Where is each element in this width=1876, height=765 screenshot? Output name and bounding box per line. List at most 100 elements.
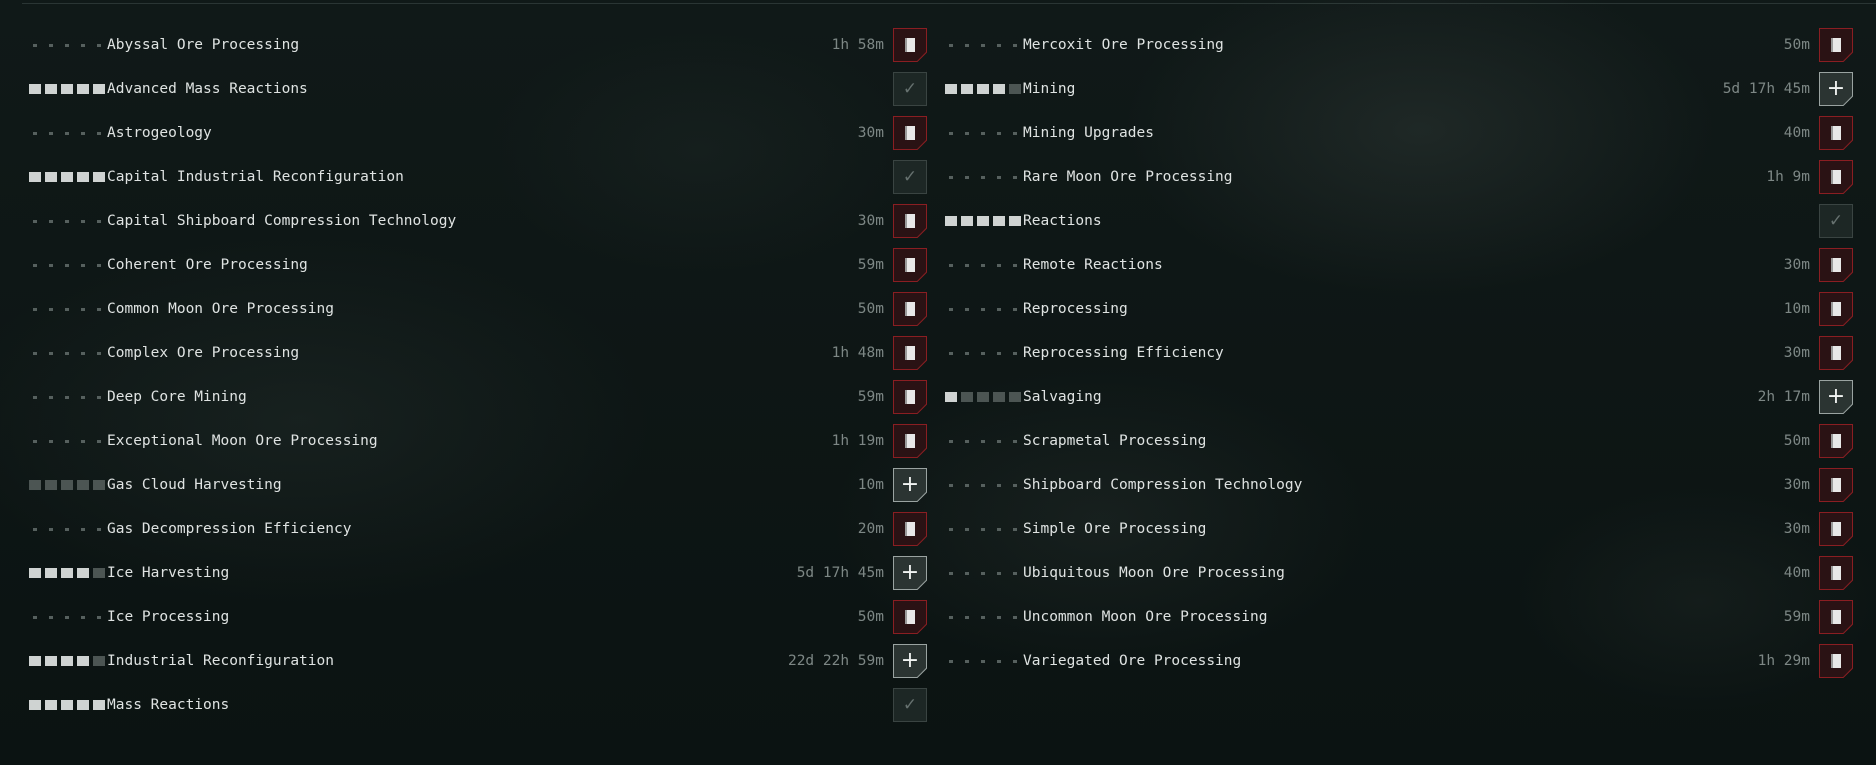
skill-list-left: Abyssal Ore Processing 1h 58m Advanced Mas… bbox=[29, 23, 927, 727]
level-pip-trained bbox=[45, 172, 57, 182]
buy-skillbook-button[interactable] bbox=[1819, 160, 1853, 194]
skill-row-ice-harvesting[interactable]: Ice Harvesting 5d 17h 45m + bbox=[29, 551, 927, 595]
skill-name: Shipboard Compression Technology bbox=[1023, 477, 1303, 493]
skillbook-icon-frame bbox=[894, 601, 926, 633]
buy-skillbook-button[interactable] bbox=[893, 512, 927, 546]
level-pip-trained bbox=[945, 392, 957, 402]
level-pip-trained bbox=[45, 656, 57, 666]
buy-skillbook-button[interactable] bbox=[1819, 292, 1853, 326]
buy-skillbook-button[interactable] bbox=[1819, 644, 1853, 678]
skill-row-gas-decompression-efficiency[interactable]: Gas Decompression Efficiency 20m bbox=[29, 507, 927, 551]
buy-skillbook-button[interactable] bbox=[893, 116, 927, 150]
buy-skillbook-button[interactable] bbox=[893, 380, 927, 414]
level-pip-empty bbox=[97, 615, 101, 619]
level-pip-empty bbox=[33, 615, 37, 619]
level-pip-empty bbox=[97, 527, 101, 531]
skill-row-scrapmetal-processing[interactable]: Scrapmetal Processing 50m bbox=[945, 419, 1853, 463]
buy-skillbook-button[interactable] bbox=[1819, 116, 1853, 150]
training-time: 59m bbox=[1783, 609, 1810, 625]
level-pip-empty bbox=[997, 483, 1001, 487]
skill-row-reprocessing[interactable]: Reprocessing 10m bbox=[945, 287, 1853, 331]
level-pip-empty bbox=[65, 439, 69, 443]
level-pip-trained bbox=[77, 700, 89, 710]
add-to-queue-button[interactable]: + bbox=[1819, 72, 1853, 106]
training-time: 59m bbox=[857, 389, 884, 405]
training-time: 40m bbox=[1783, 565, 1810, 581]
skill-row-complex-ore-processing[interactable]: Complex Ore Processing 1h 48m bbox=[29, 331, 927, 375]
level-pip-untrained bbox=[961, 392, 973, 402]
add-to-queue-button[interactable]: + bbox=[1819, 380, 1853, 414]
skill-level-indicator bbox=[29, 567, 105, 579]
skillbook-icon bbox=[1831, 126, 1841, 140]
training-time: 1h 48m bbox=[831, 345, 884, 361]
training-time: 30m bbox=[1783, 477, 1810, 493]
level-pip-empty bbox=[949, 307, 953, 311]
skillbook-icon-frame bbox=[894, 205, 926, 237]
skill-level-indicator bbox=[29, 171, 105, 183]
buy-skillbook-button[interactable] bbox=[1819, 600, 1853, 634]
training-time: 30m bbox=[1783, 521, 1810, 537]
skill-row-ice-processing[interactable]: Ice Processing 50m bbox=[29, 595, 927, 639]
skill-name: Mining Upgrades bbox=[1023, 125, 1154, 141]
training-time: 50m bbox=[1783, 433, 1810, 449]
skill-row-gas-cloud-harvesting[interactable]: Gas Cloud Harvesting 10m + bbox=[29, 463, 927, 507]
add-to-queue-button[interactable]: + bbox=[893, 556, 927, 590]
buy-skillbook-button[interactable] bbox=[893, 336, 927, 370]
skillbook-icon bbox=[1831, 478, 1841, 492]
buy-skillbook-button[interactable] bbox=[893, 248, 927, 282]
skill-row-capital-industrial-reconfiguration[interactable]: Capital Industrial Reconfiguration ✓ bbox=[29, 155, 927, 199]
skill-row-simple-ore-processing[interactable]: Simple Ore Processing 30m bbox=[945, 507, 1853, 551]
buy-skillbook-button[interactable] bbox=[1819, 556, 1853, 590]
skill-row-astrogeology[interactable]: Astrogeology 30m bbox=[29, 111, 927, 155]
skill-row-capital-shipboard-compression-technology[interactable]: Capital Shipboard Compression Technology… bbox=[29, 199, 927, 243]
skill-row-mining-upgrades[interactable]: Mining Upgrades 40m bbox=[945, 111, 1853, 155]
skill-row-variegated-ore-processing[interactable]: Variegated Ore Processing 1h 29m bbox=[945, 639, 1853, 683]
level-pip-empty bbox=[49, 527, 53, 531]
skill-row-salvaging[interactable]: Salvaging 2h 17m + bbox=[945, 375, 1853, 419]
buy-skillbook-button[interactable] bbox=[893, 28, 927, 62]
skill-row-common-moon-ore-processing[interactable]: Common Moon Ore Processing 50m bbox=[29, 287, 927, 331]
buy-skillbook-button[interactable] bbox=[1819, 336, 1853, 370]
training-time: 2h 17m bbox=[1757, 389, 1810, 405]
training-time: 1h 19m bbox=[831, 433, 884, 449]
buy-skillbook-button[interactable] bbox=[893, 204, 927, 238]
buy-skillbook-button[interactable] bbox=[1819, 28, 1853, 62]
level-pip-empty bbox=[97, 395, 101, 399]
skill-row-remote-reactions[interactable]: Remote Reactions 30m bbox=[945, 243, 1853, 287]
level-pip-empty bbox=[97, 43, 101, 47]
level-pip-empty bbox=[1013, 131, 1017, 135]
skill-row-abyssal-ore-processing[interactable]: Abyssal Ore Processing 1h 58m bbox=[29, 23, 927, 67]
skill-row-exceptional-moon-ore-processing[interactable]: Exceptional Moon Ore Processing 1h 19m bbox=[29, 419, 927, 463]
buy-skillbook-button[interactable] bbox=[1819, 424, 1853, 458]
buy-skillbook-button[interactable] bbox=[893, 424, 927, 458]
skill-row-shipboard-compression-technology[interactable]: Shipboard Compression Technology 30m bbox=[945, 463, 1853, 507]
skill-row-uncommon-moon-ore-processing[interactable]: Uncommon Moon Ore Processing 59m bbox=[945, 595, 1853, 639]
level-pip-empty bbox=[1013, 175, 1017, 179]
add-to-queue-button[interactable]: + bbox=[893, 644, 927, 678]
skillbook-icon-frame bbox=[1820, 601, 1852, 633]
buy-skillbook-button[interactable] bbox=[893, 292, 927, 326]
buy-skillbook-button[interactable] bbox=[893, 600, 927, 634]
skill-row-advanced-mass-reactions[interactable]: Advanced Mass Reactions ✓ bbox=[29, 67, 927, 111]
skill-row-ubiquitous-moon-ore-processing[interactable]: Ubiquitous Moon Ore Processing 40m bbox=[945, 551, 1853, 595]
buy-skillbook-button[interactable] bbox=[1819, 248, 1853, 282]
level-pip-empty bbox=[965, 307, 969, 311]
skill-row-mercoxit-ore-processing[interactable]: Mercoxit Ore Processing 50m bbox=[945, 23, 1853, 67]
skill-row-industrial-reconfiguration[interactable]: Industrial Reconfiguration 22d 22h 59m + bbox=[29, 639, 927, 683]
skillbook-icon bbox=[905, 434, 915, 448]
skill-row-mass-reactions[interactable]: Mass Reactions ✓ bbox=[29, 683, 927, 727]
skill-row-reactions[interactable]: Reactions ✓ bbox=[945, 199, 1853, 243]
buy-skillbook-button[interactable] bbox=[1819, 512, 1853, 546]
skillbook-icon-frame bbox=[894, 117, 926, 149]
level-pip-empty bbox=[997, 659, 1001, 663]
skill-row-coherent-ore-processing[interactable]: Coherent Ore Processing 59m bbox=[29, 243, 927, 287]
skill-row-reprocessing-efficiency[interactable]: Reprocessing Efficiency 30m bbox=[945, 331, 1853, 375]
skill-row-rare-moon-ore-processing[interactable]: Rare Moon Ore Processing 1h 9m bbox=[945, 155, 1853, 199]
skill-name: Reprocessing bbox=[1023, 301, 1128, 317]
buy-skillbook-button[interactable] bbox=[1819, 468, 1853, 502]
skill-row-deep-core-mining[interactable]: Deep Core Mining 59m bbox=[29, 375, 927, 419]
level-pip-trained bbox=[77, 656, 89, 666]
skill-level-indicator bbox=[945, 303, 1021, 315]
skill-row-mining[interactable]: Mining 5d 17h 45m + bbox=[945, 67, 1853, 111]
add-to-queue-button[interactable]: + bbox=[893, 468, 927, 502]
